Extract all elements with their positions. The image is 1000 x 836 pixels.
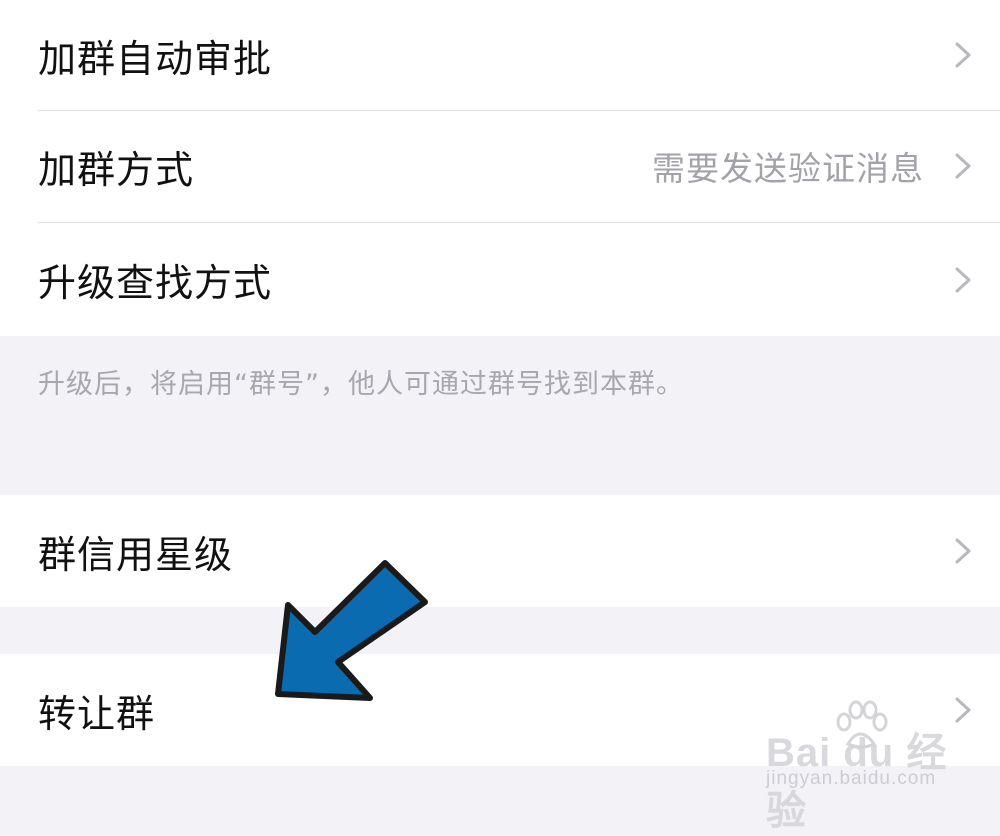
chevron-right-icon (955, 697, 971, 723)
row-label: 群信用星级 (38, 532, 234, 577)
settings-group-join: 加群自动审批 加群方式 需要发送验证消息 升级查找方式 (0, 0, 1000, 336)
row-label: 转让群 (38, 691, 156, 736)
chevron-right-icon (955, 42, 971, 68)
row-value: 需要发送验证消息 (652, 149, 924, 188)
row-label: 加群自动审批 (38, 36, 273, 81)
upgrade-footnote: 升级后，将启用“群号”，他人可通过群号找到本群。 (38, 369, 684, 400)
row-join-method[interactable]: 加群方式 需要发送验证消息 (0, 111, 1000, 221)
chevron-right-icon (955, 538, 971, 564)
settings-group-credit: 群信用星级 (0, 495, 1000, 607)
row-auto-approve[interactable]: 加群自动审批 (0, 0, 1000, 110)
chevron-right-icon (955, 153, 971, 179)
baidu-jingyan-watermark: Bai du 经验 jingyan.baidu.com (766, 700, 956, 833)
row-upgrade-search[interactable]: 升级查找方式 (0, 223, 1000, 336)
chevron-right-icon (955, 267, 971, 292)
watermark-url: jingyan.baidu.com (766, 768, 937, 789)
row-label: 加群方式 (38, 147, 195, 192)
row-credit-rating[interactable]: 群信用星级 (0, 495, 1000, 607)
row-label: 升级查找方式 (38, 261, 273, 305)
